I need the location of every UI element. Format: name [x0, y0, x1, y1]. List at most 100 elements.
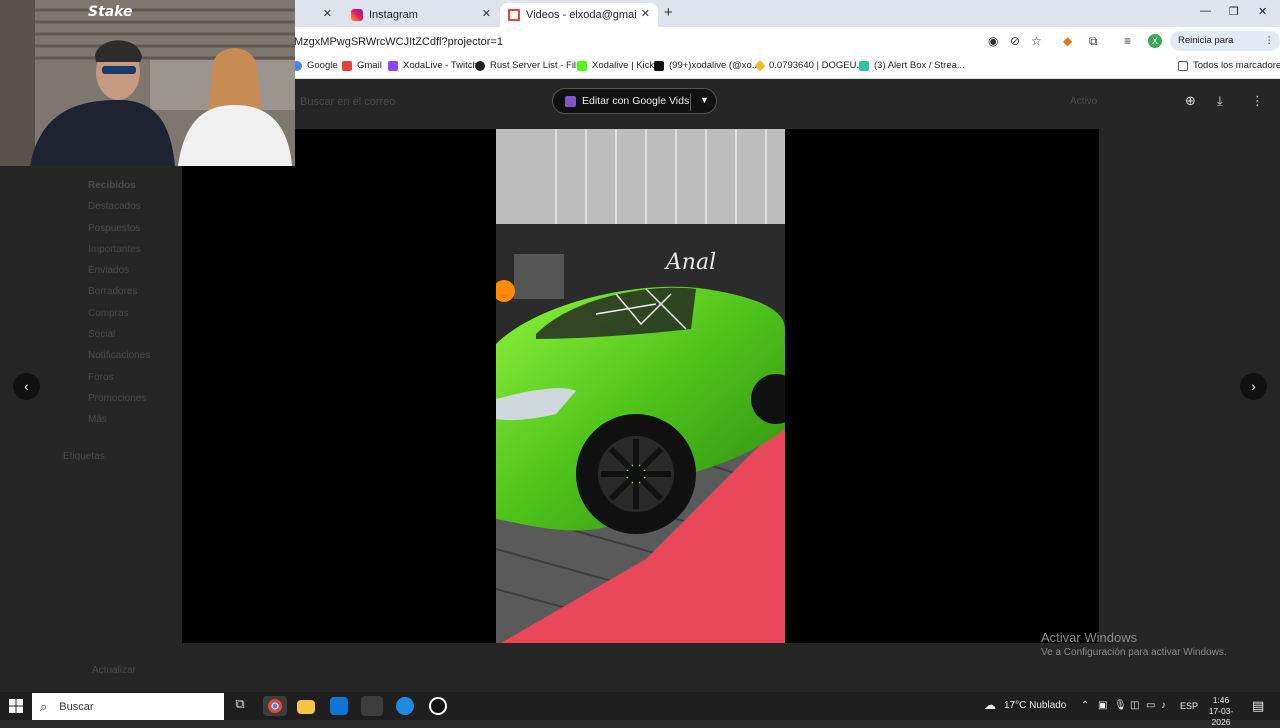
taskbar-search-label: Buscar	[59, 700, 94, 713]
previous-arrow-icon[interactable]: ‹	[13, 373, 40, 400]
all-bookmarks[interactable]: Todos los marcadores	[1178, 60, 1280, 71]
windows-start-icon[interactable]	[9, 699, 23, 713]
update-button[interactable]: Reinicia para actualizar ⋮	[1170, 31, 1280, 66]
network-icon[interactable]: ▭	[1146, 700, 1155, 711]
extensions-icon[interactable]: ⧉	[1089, 34, 1098, 49]
bookmark-google[interactable]: Google	[292, 60, 338, 71]
close-icon[interactable]: ✕	[641, 7, 650, 20]
add-to-drive-icon[interactable]: ⊕	[1185, 93, 1196, 109]
webcam-feed: Stake	[0, 0, 295, 166]
bookmark-label: (3) Alert Box / Strea...	[874, 60, 965, 71]
address-bar[interactable]: MzgxMPwgSRWrcWCJItZCdfl?projector=1	[294, 36, 503, 48]
eye-off-icon[interactable]: ⊘	[1010, 34, 1020, 48]
weather-text[interactable]: 17°C Nublado	[1004, 700, 1066, 711]
media-icon[interactable]: ≡	[1124, 34, 1131, 48]
activate-windows-title: Activar Windows	[1041, 630, 1138, 645]
steam-icon[interactable]	[361, 696, 383, 716]
video-player[interactable]: Anal	[496, 129, 785, 643]
restore-icon[interactable]: ❐	[1229, 5, 1239, 18]
gmail-icon	[508, 9, 520, 21]
bookmark-label: 0.0793640 | DOGEU...	[769, 60, 865, 71]
telegram-icon[interactable]	[396, 697, 414, 715]
task-view-icon[interactable]: ⧉	[230, 696, 250, 716]
tab-gmail-videos[interactable]: Videos - elxoda@gmail.com - G ✕	[500, 3, 658, 27]
notifications-icon[interactable]: ▤	[1252, 698, 1264, 714]
app-icon[interactable]	[429, 697, 447, 715]
twitch-icon	[388, 60, 398, 71]
caret-down-icon[interactable]: ▼	[700, 95, 709, 105]
sidebar-item: Pospuestos	[88, 222, 141, 234]
edit-button-label: Editar con Google Vids	[582, 95, 690, 107]
bookmark-label: Gmail	[357, 60, 382, 71]
sidebar-item: Destacados	[88, 201, 141, 213]
minimize-icon[interactable]: —	[1200, 5, 1211, 17]
metamask-icon[interactable]: ◆	[1063, 34, 1072, 48]
file-explorer-icon[interactable]	[297, 700, 315, 714]
more-options-icon[interactable]: ⋮	[1251, 93, 1264, 109]
bookmark-tiktok[interactable]: (99+)xodalive (@xo...	[654, 60, 760, 71]
close-icon[interactable]: ✕	[482, 7, 491, 20]
sidebar-item: Borradores	[88, 286, 138, 298]
folder-icon	[1178, 60, 1188, 71]
search-icon: ⌕	[40, 698, 48, 714]
sidebar-item: Social	[88, 329, 116, 341]
tray-window-icon[interactable]: ◫	[1130, 700, 1139, 711]
sidebar-item: Notificaciones	[88, 350, 151, 362]
eye-icon[interactable]: ◉	[988, 34, 998, 48]
tray-app-icon[interactable]: ▣	[1098, 700, 1107, 711]
gmail-icon	[342, 60, 352, 71]
bookmark-label: Rust Server List - Fil...	[490, 60, 584, 71]
menu-dots-icon: ⋮	[1264, 35, 1275, 46]
tab-hidden[interactable]: ✕	[290, 3, 340, 27]
bookmark-doge[interactable]: 0.0793640 | DOGEU...	[754, 59, 865, 72]
clock-date: 17-03-2026	[1208, 706, 1234, 727]
upgrade-link: Actualizar	[92, 665, 136, 676]
bookmark-label: Xodalive | Kick	[592, 60, 655, 71]
window-close-icon[interactable]: ✕	[1258, 5, 1267, 18]
labels-heading: Etiquetas	[63, 451, 105, 462]
star-icon[interactable]: ☆	[1031, 34, 1042, 48]
gmail-status: Activo	[1070, 96, 1098, 107]
kick-icon	[577, 60, 587, 71]
taskbar-search[interactable]: ⌕ Buscar	[32, 693, 224, 720]
language-indicator[interactable]: ESP	[1180, 701, 1198, 711]
tab-instagram[interactable]: Instagram ✕	[343, 3, 499, 27]
car-video-frame: Anal	[496, 129, 785, 643]
bookmark-kick[interactable]: Xodalive | Kick	[577, 60, 654, 71]
weather-icon[interactable]: ☁	[984, 698, 996, 712]
volume-icon[interactable]: ♪	[1161, 700, 1166, 711]
bookmark-rust[interactable]: Rust Server List - Fil...	[475, 60, 584, 71]
bookmark-twitch[interactable]: XodaLive - Twitch	[388, 60, 478, 71]
bookmark-gmail[interactable]: Gmail	[342, 60, 382, 71]
bookmark-label: (99+)xodalive (@xo...	[669, 60, 760, 71]
chrome-taskbar-button[interactable]	[263, 696, 287, 716]
bookmark-label: XodaLive - Twitch	[403, 60, 478, 71]
next-arrow-icon[interactable]: ›	[1240, 373, 1267, 400]
webcam-overlay: Stake	[0, 0, 295, 166]
store-icon[interactable]	[330, 697, 348, 715]
bookmark-alertbox[interactable]: (3) Alert Box / Strea...	[859, 60, 965, 71]
clock-time: 1:46	[1212, 695, 1230, 705]
download-icon[interactable]: ⤓	[1217, 93, 1223, 109]
tab-label: Instagram	[369, 9, 418, 21]
system-clock[interactable]: 1:46 17-03-2026	[1201, 695, 1241, 728]
sidebar-item: Foros	[88, 371, 114, 383]
sidebar-item: Compras	[88, 307, 129, 319]
gmail-sidebar: Recibidos Destacados Pospuestos Importan…	[88, 180, 183, 436]
new-tab-icon[interactable]: +	[664, 4, 673, 21]
streamlabs-icon	[859, 60, 869, 71]
binance-icon	[754, 59, 766, 72]
microphone-icon[interactable]: 🎙	[1114, 700, 1127, 711]
chrome-icon	[268, 699, 282, 713]
windows-taskbar: ⌕ Buscar ⧉ ☁ 17°C Nublado ⌃ ▣ 🎙 ◫ ▭ ♪ ES…	[0, 692, 1280, 727]
bookmark-label: Google	[307, 60, 338, 71]
instagram-icon	[351, 9, 363, 21]
chevron-up-icon[interactable]: ⌃	[1081, 700, 1089, 711]
tiktok-icon	[654, 60, 664, 71]
sidebar-item: Importantes	[88, 243, 141, 255]
edit-with-vids-button[interactable]: Editar con Google Vids ▼	[552, 88, 717, 114]
sidebar-item: Enviados	[88, 265, 130, 277]
profile-avatar[interactable]: X	[1148, 34, 1162, 48]
google-vids-icon	[565, 95, 576, 107]
close-icon[interactable]: ✕	[323, 7, 332, 20]
